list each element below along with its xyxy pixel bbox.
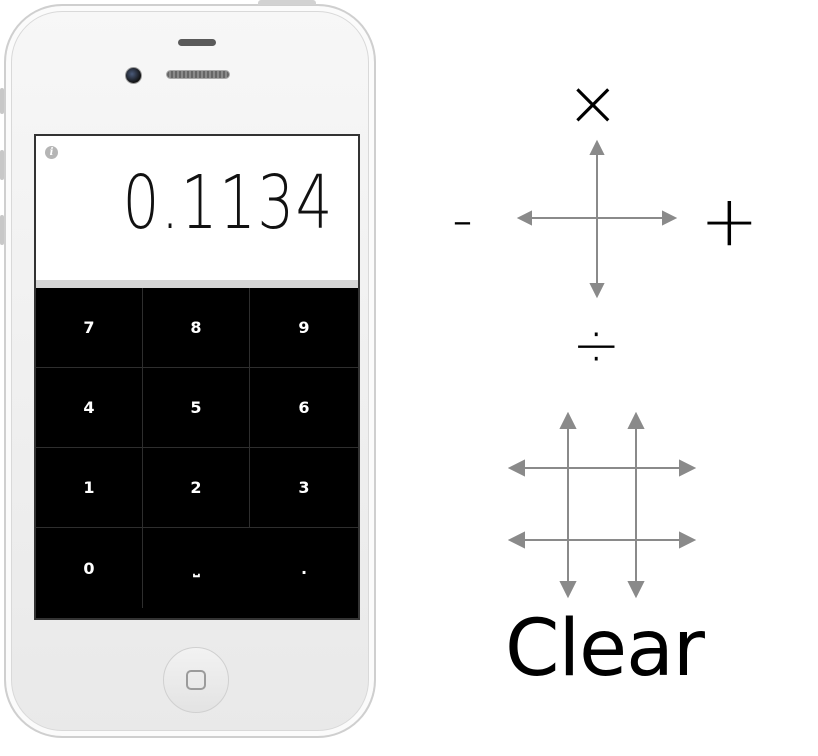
key-4[interactable]: 4 [36, 368, 143, 448]
keypad: 7 8 9 4 5 6 1 2 3 0 ⎵ . [36, 288, 358, 618]
four-way-arrows-icon [516, 139, 678, 299]
earpiece [178, 39, 216, 46]
arrow-right-head [662, 210, 678, 226]
calculator-screen: i 0.1134 7 8 9 4 5 6 1 2 3 0 ⎵ . [34, 134, 360, 620]
speaker-grille [166, 70, 230, 79]
calculator-display: i 0.1134 [36, 136, 358, 288]
key-0[interactable]: 0 [36, 528, 143, 608]
sleep-button [258, 0, 316, 5]
volume-down-button [0, 215, 4, 245]
plus-symbol: + [700, 180, 759, 262]
key-2[interactable]: 2 [143, 448, 250, 528]
phone-frame: i 0.1134 7 8 9 4 5 6 1 2 3 0 ⎵ . [4, 4, 376, 738]
key-5[interactable]: 5 [143, 368, 250, 448]
key-decimal[interactable]: . [250, 528, 358, 608]
clear-label: Clear [505, 604, 705, 694]
minus-symbol: - [452, 185, 473, 253]
home-button[interactable] [163, 647, 229, 713]
front-camera [125, 67, 142, 84]
home-button-icon [186, 670, 206, 690]
double-four-way-arrows-icon [508, 412, 697, 599]
key-9[interactable]: 9 [250, 288, 358, 368]
volume-up-button [0, 150, 4, 180]
key-8[interactable]: 8 [143, 288, 250, 368]
multiply-symbol: × [566, 67, 620, 141]
mute-switch [0, 88, 4, 114]
arrow-left-head [516, 210, 532, 226]
key-space[interactable]: ⎵ [143, 528, 250, 608]
key-1[interactable]: 1 [36, 448, 143, 528]
key-3[interactable]: 3 [250, 448, 358, 528]
key-6[interactable]: 6 [250, 368, 358, 448]
key-7[interactable]: 7 [36, 288, 143, 368]
arrow-up-head [589, 139, 605, 155]
divide-symbol: ÷ [572, 311, 621, 379]
info-icon[interactable]: i [45, 146, 58, 159]
arrow-down-head [589, 283, 605, 299]
display-value: 0.1134 [122, 160, 334, 246]
